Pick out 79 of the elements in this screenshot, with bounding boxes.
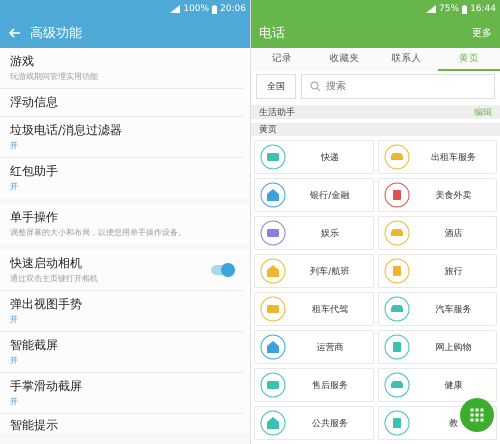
setting-title: 红包助手 (10, 164, 58, 179)
clock: 16:44 (470, 4, 496, 14)
settings-item[interactable]: 手掌滑动截屏 开 (0, 373, 243, 414)
battery-icon (462, 4, 468, 14)
setting-description: 通过双击主页键打开相机 (10, 273, 98, 284)
service-card[interactable]: 健康 (378, 368, 497, 402)
service-label: 娱乐 (320, 228, 340, 240)
service-label: 网上购物 (434, 342, 472, 354)
tab[interactable]: 联系人 (376, 48, 438, 72)
battery-level: 100% (183, 4, 210, 14)
signal-icon (170, 5, 180, 13)
setting-description: 玩游戏期间管理实用功能 (10, 71, 98, 82)
settings-item[interactable]: 垃圾电话/消息过滤器 开 (0, 117, 243, 158)
service-card[interactable]: 旅行 (378, 254, 497, 288)
signal-icon (426, 5, 436, 13)
settings-item[interactable]: 游戏 玩游戏期间管理实用功能 (0, 48, 243, 89)
service-card[interactable]: 售后服务 (254, 368, 374, 402)
service-label: 列车/航班 (309, 266, 350, 278)
tab[interactable]: 收藏夹 (313, 48, 376, 72)
settings-item[interactable]: 弹出视图手势 开 (0, 291, 243, 332)
service-label: 教 (448, 418, 459, 430)
app-title: 电话 (259, 25, 285, 42)
service-card[interactable]: 公共服务 (254, 406, 374, 440)
service-label: 快递 (320, 152, 340, 164)
service-card[interactable]: 酒店 (378, 216, 497, 250)
setting-title: 智能截屏 (10, 338, 58, 353)
section-title: 生活助手 (259, 106, 295, 119)
setting-title: 游戏 (10, 54, 35, 69)
setting-status: 开 (10, 396, 19, 407)
setting-title: 弹出视图手势 (10, 297, 82, 312)
setting-title: 手掌滑动截屏 (10, 379, 82, 394)
service-label: 公共服务 (310, 418, 349, 430)
service-card[interactable]: 快递 (254, 140, 374, 174)
setting-title: 智能提示 (10, 418, 58, 433)
service-card[interactable]: 娱乐 (254, 216, 374, 250)
setting-title: 浮动信息 (10, 95, 58, 110)
battery-level: 75% (439, 4, 460, 14)
service-card[interactable]: 银行/金融 (254, 178, 374, 212)
service-label: 酒店 (443, 228, 464, 240)
service-card[interactable]: 出租车服务 (378, 140, 497, 174)
service-card[interactable]: 租车代驾 (254, 292, 374, 326)
section-title: 黄页 (259, 124, 277, 136)
service-label: 售后服务 (310, 380, 349, 392)
service-card[interactable]: 网上购物 (378, 330, 497, 364)
setting-title: 快速启动相机 (10, 256, 83, 271)
screen-title: 高级功能 (30, 25, 82, 42)
service-label: 旅行 (443, 266, 464, 278)
service-label: 银行/金融 (309, 190, 350, 202)
settings-item[interactable]: 智能截屏 开 (0, 332, 243, 373)
service-card[interactable]: 列车/航班 (254, 254, 374, 288)
service-label: 健康 (443, 380, 464, 392)
region-button[interactable]: 全国 (256, 74, 296, 100)
search-field[interactable]: 搜索 (301, 74, 495, 100)
settings-item[interactable]: 浮动信息 (0, 89, 243, 117)
setting-status: 开 (10, 140, 19, 151)
settings-item[interactable]: 快速启动相机 通过双击主页键打开相机 (0, 250, 243, 291)
dialpad-icon (470, 408, 484, 422)
setting-status: 开 (10, 355, 19, 366)
setting-title: 垃圾电话/消息过滤器 (10, 123, 122, 138)
service-card[interactable]: 美食外卖 (378, 178, 497, 212)
tab[interactable]: 记录 (251, 48, 314, 72)
setting-status: 开 (10, 314, 19, 325)
service-label: 美食外卖 (434, 190, 472, 202)
back-arrow-icon[interactable] (8, 28, 20, 38)
setting-title: 单手操作 (10, 210, 59, 225)
service-card[interactable]: 汽车服务 (378, 292, 497, 326)
service-label: 汽车服务 (434, 304, 472, 316)
setting-status: 开 (10, 181, 19, 192)
service-label: 出租车服务 (430, 152, 477, 164)
service-label: 租车代驾 (310, 304, 349, 316)
setting-description: 调整屏幕的大小和布局，以便您用单手操作设备。 (10, 227, 186, 238)
clock: 20:06 (220, 4, 246, 14)
battery-icon (212, 4, 218, 14)
toggle-switch[interactable] (211, 265, 233, 275)
settings-item[interactable]: 红包助手 开 (0, 158, 243, 198)
search-icon (310, 81, 321, 92)
service-card[interactable]: 运营商 (254, 330, 374, 364)
settings-item[interactable]: 智能提示 (0, 414, 243, 433)
service-label: 运营商 (315, 342, 344, 354)
